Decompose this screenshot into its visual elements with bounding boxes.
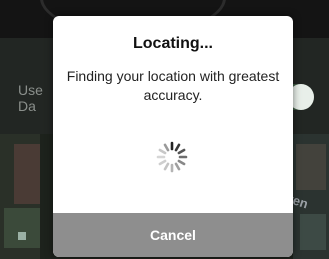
dialog-title: Locating... xyxy=(133,35,213,52)
map-tile xyxy=(300,214,326,250)
map-tile xyxy=(14,144,40,204)
setting-label-line1: Use xyxy=(18,82,43,98)
locating-dialog: Locating... Finding your location with g… xyxy=(53,16,293,257)
map-tile xyxy=(18,232,26,240)
setting-label-line2: Da xyxy=(18,98,36,114)
activity-spinner-icon xyxy=(156,141,188,173)
map-tile xyxy=(4,208,40,248)
dialog-message: Finding your location with greatest accu… xyxy=(66,68,280,103)
map-tile xyxy=(296,144,326,190)
cancel-button[interactable]: Cancel xyxy=(53,213,293,257)
